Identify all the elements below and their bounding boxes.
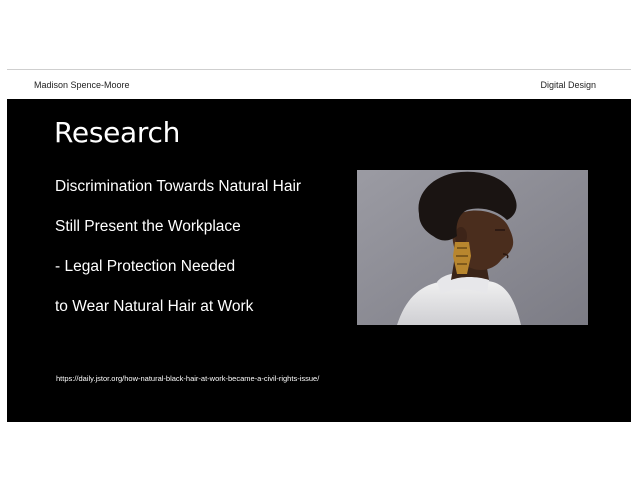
slide-canvas: Research Discrimination Towards Natural …	[7, 99, 631, 422]
body-line: Still Present the Workplace	[55, 218, 241, 235]
body-line: - Legal Protection Needed	[55, 258, 236, 275]
portrait-photo	[357, 170, 588, 325]
course-name: Digital Design	[540, 80, 596, 90]
body-line: to Wear Natural Hair at Work	[55, 298, 254, 315]
slide-header: Madison Spence-Moore Digital Design	[7, 70, 631, 100]
source-link[interactable]: https://daily.jstor.org/how-natural-blac…	[56, 374, 319, 383]
author-name: Madison Spence-Moore	[34, 80, 130, 90]
slide-title: Research	[54, 116, 181, 149]
portrait-photo-icon	[357, 170, 588, 325]
slide-body: Discrimination Towards Natural Hair Stil…	[55, 177, 301, 337]
body-line: Discrimination Towards Natural Hair	[55, 178, 302, 195]
